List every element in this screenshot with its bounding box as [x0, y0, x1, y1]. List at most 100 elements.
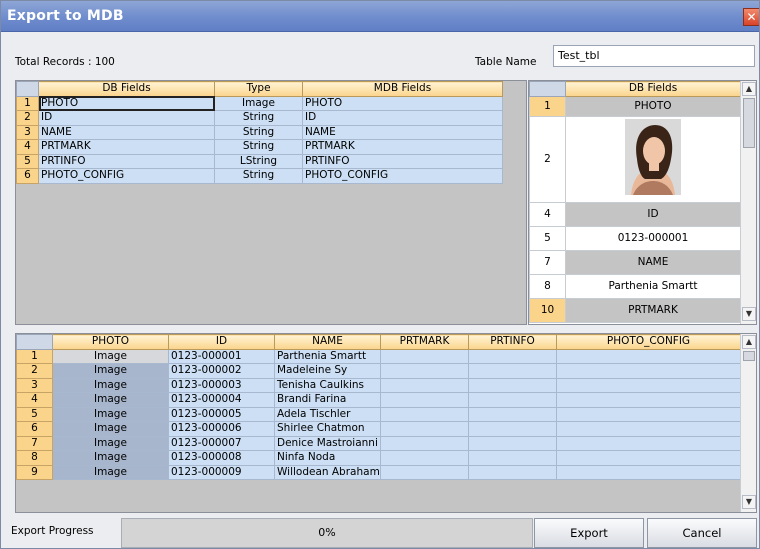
- id-cell[interactable]: 0123-000004: [168, 392, 275, 408]
- preview-value-cell[interactable]: PHOTO: [565, 95, 741, 117]
- preview-value-cell[interactable]: Parthenia Smartt: [565, 273, 741, 299]
- preview-value-cell[interactable]: 0123-000001: [565, 225, 741, 251]
- photo-cell[interactable]: Image: [52, 363, 169, 379]
- preview-column-header[interactable]: DB Fields: [565, 81, 741, 97]
- data-column-header-prtmark[interactable]: PRTMARK: [380, 334, 469, 350]
- photo-cell[interactable]: Image: [52, 406, 169, 422]
- table-name-input[interactable]: Test_tbl: [553, 45, 755, 67]
- type-cell[interactable]: String: [214, 168, 303, 184]
- name-cell[interactable]: Willodean Abrahams: [274, 464, 381, 480]
- photo-cell[interactable]: Image: [52, 450, 169, 466]
- data-grid-scroll-thumb[interactable]: [743, 351, 755, 361]
- mdb-field-cell[interactable]: ID: [302, 110, 503, 126]
- photo-config-cell[interactable]: [556, 348, 741, 364]
- db-field-cell[interactable]: PHOTO_CONFIG: [38, 168, 215, 184]
- preview-value-cell[interactable]: NAME: [565, 249, 741, 275]
- record-row[interactable]: 4 Image 0123-000004 Brandi Farina: [16, 392, 741, 408]
- id-cell[interactable]: 0123-000003: [168, 377, 275, 393]
- data-grid-scrollbar[interactable]: ▲ ▼: [740, 334, 756, 512]
- fields-grid-row[interactable]: 1 PHOTO Image PHOTO: [16, 95, 503, 111]
- preview-row[interactable]: 4 ID: [529, 201, 741, 227]
- photo-cell[interactable]: Image: [52, 435, 169, 451]
- name-cell[interactable]: Denice Mastroianni: [274, 435, 381, 451]
- prtmark-cell[interactable]: [380, 406, 469, 422]
- db-field-cell[interactable]: NAME: [38, 124, 215, 140]
- record-row[interactable]: 8 Image 0123-000008 Ninfa Noda: [16, 450, 741, 466]
- record-row[interactable]: 2 Image 0123-000002 Madeleine Sy: [16, 363, 741, 379]
- column-header-mdb-fields[interactable]: MDB Fields: [302, 81, 503, 97]
- record-row[interactable]: 5 Image 0123-000005 Adela Tischler: [16, 406, 741, 422]
- name-cell[interactable]: Brandi Farina: [274, 392, 381, 408]
- mdb-field-cell[interactable]: NAME: [302, 124, 503, 140]
- prtmark-cell[interactable]: [380, 435, 469, 451]
- photo-config-cell[interactable]: [556, 406, 741, 422]
- type-cell[interactable]: String: [214, 110, 303, 126]
- prtinfo-cell[interactable]: [468, 450, 557, 466]
- db-field-cell[interactable]: PRTMARK: [38, 139, 215, 155]
- id-cell[interactable]: 0123-000008: [168, 450, 275, 466]
- db-field-cell[interactable]: ID: [38, 110, 215, 126]
- name-cell[interactable]: Parthenia Smartt: [274, 348, 381, 364]
- preview-row[interactable]: 10 PRTMARK: [529, 297, 741, 323]
- type-cell[interactable]: Image: [214, 95, 303, 111]
- data-column-header-name[interactable]: NAME: [274, 334, 381, 350]
- photo-preview-cell[interactable]: [565, 115, 741, 203]
- preview-value-cell[interactable]: PRTMARK: [565, 297, 741, 323]
- record-row[interactable]: 7 Image 0123-000007 Denice Mastroianni: [16, 435, 741, 451]
- id-cell[interactable]: 0123-000001: [168, 348, 275, 364]
- preview-row[interactable]: 1 PHOTO: [529, 95, 741, 117]
- name-cell[interactable]: Tenisha Caulkins: [274, 377, 381, 393]
- preview-scroll-thumb[interactable]: [743, 98, 755, 148]
- column-header-db-fields[interactable]: DB Fields: [38, 81, 215, 97]
- fields-grid-row[interactable]: 5 PRTINFO LString PRTINFO: [16, 153, 503, 169]
- type-cell[interactable]: String: [214, 139, 303, 155]
- photo-config-cell[interactable]: [556, 464, 741, 480]
- prtmark-cell[interactable]: [380, 392, 469, 408]
- photo-cell[interactable]: Image: [52, 464, 169, 480]
- record-row[interactable]: 1 Image 0123-000001 Parthenia Smartt: [16, 348, 741, 364]
- type-cell[interactable]: String: [214, 124, 303, 140]
- mdb-field-cell[interactable]: PHOTO: [302, 95, 503, 111]
- photo-config-cell[interactable]: [556, 363, 741, 379]
- prtinfo-cell[interactable]: [468, 406, 557, 422]
- photo-config-cell[interactable]: [556, 377, 741, 393]
- prtmark-cell[interactable]: [380, 450, 469, 466]
- prtmark-cell[interactable]: [380, 421, 469, 437]
- prtinfo-cell[interactable]: [468, 464, 557, 480]
- scroll-down-arrow-icon[interactable]: ▼: [742, 307, 756, 321]
- preview-row[interactable]: 7 NAME: [529, 249, 741, 275]
- fields-grid-row[interactable]: 2 ID String ID: [16, 110, 503, 126]
- title-bar[interactable]: Export to MDB ✕: [1, 1, 759, 32]
- prtinfo-cell[interactable]: [468, 377, 557, 393]
- fields-grid-row[interactable]: 6 PHOTO_CONFIG String PHOTO_CONFIG: [16, 168, 503, 184]
- photo-cell[interactable]: Image: [52, 348, 169, 364]
- cancel-button[interactable]: Cancel: [647, 518, 757, 548]
- name-cell[interactable]: Ninfa Noda: [274, 450, 381, 466]
- record-row[interactable]: 3 Image 0123-000003 Tenisha Caulkins: [16, 377, 741, 393]
- preview-value-cell[interactable]: ID: [565, 201, 741, 227]
- photo-cell[interactable]: Image: [52, 421, 169, 437]
- prtmark-cell[interactable]: [380, 363, 469, 379]
- preview-row[interactable]: 5 0123-000001: [529, 225, 741, 251]
- column-header-type[interactable]: Type: [214, 81, 303, 97]
- prtinfo-cell[interactable]: [468, 421, 557, 437]
- data-column-header-photo[interactable]: PHOTO: [52, 334, 169, 350]
- mdb-field-cell[interactable]: PRTINFO: [302, 153, 503, 169]
- scroll-up-arrow-icon[interactable]: ▲: [742, 335, 756, 349]
- db-field-cell[interactable]: PHOTO: [38, 95, 215, 111]
- id-cell[interactable]: 0123-000002: [168, 363, 275, 379]
- record-row[interactable]: 6 Image 0123-000006 Shirlee Chatmon: [16, 421, 741, 437]
- name-cell[interactable]: Adela Tischler: [274, 406, 381, 422]
- photo-config-cell[interactable]: [556, 421, 741, 437]
- id-cell[interactable]: 0123-000007: [168, 435, 275, 451]
- data-column-header-photo-config[interactable]: PHOTO_CONFIG: [556, 334, 741, 350]
- prtmark-cell[interactable]: [380, 348, 469, 364]
- db-field-cell[interactable]: PRTINFO: [38, 153, 215, 169]
- prtmark-cell[interactable]: [380, 377, 469, 393]
- photo-config-cell[interactable]: [556, 450, 741, 466]
- mdb-field-cell[interactable]: PHOTO_CONFIG: [302, 168, 503, 184]
- mdb-field-cell[interactable]: PRTMARK: [302, 139, 503, 155]
- photo-config-cell[interactable]: [556, 392, 741, 408]
- photo-config-cell[interactable]: [556, 435, 741, 451]
- fields-grid-row[interactable]: 3 NAME String NAME: [16, 124, 503, 140]
